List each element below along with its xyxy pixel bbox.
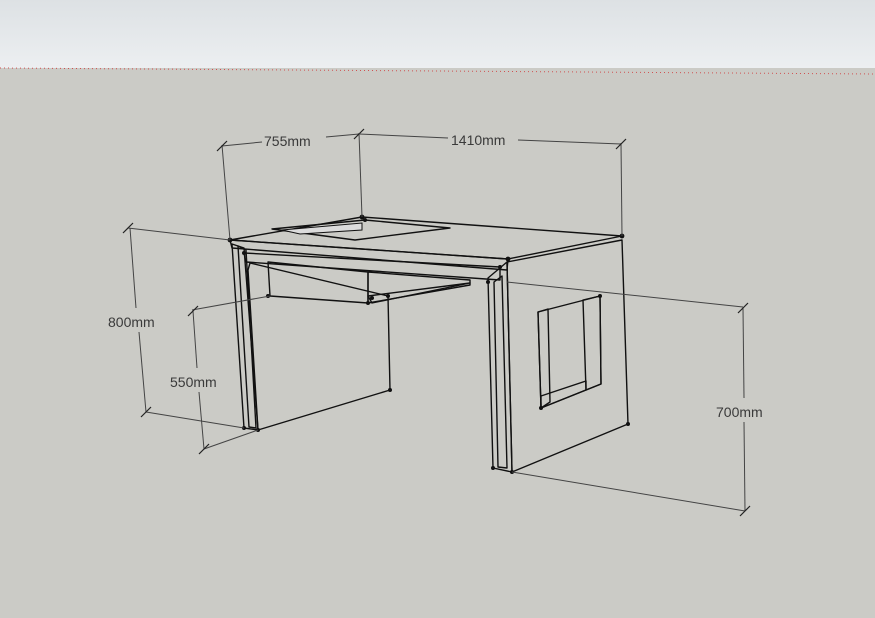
desk-model-scene[interactable]: 755mm 1410mm 800mm 550mm 700mm (0, 0, 875, 618)
dimension-755-label: 755mm (264, 133, 311, 149)
horizon-line (0, 67, 875, 75)
right-side-panel[interactable] (506, 239, 629, 473)
side-window-frame-right (582, 295, 602, 391)
dimension-800[interactable]: 800mm (108, 222, 245, 429)
dimension-755[interactable]: 755mm (216, 128, 365, 241)
front-left-leg-selected[interactable] (237, 245, 257, 429)
dimension-700[interactable]: 700mm (506, 281, 763, 517)
drawer-bottom (367, 282, 471, 304)
sketchup-viewport[interactable]: 755mm 1410mm 800mm 550mm 700mm (0, 0, 875, 618)
dimension-700-label: 700mm (716, 404, 763, 420)
dimension-800-label: 800mm (108, 314, 155, 330)
front-right-leg-outer[interactable] (487, 261, 513, 473)
dimension-1410-label: 1410mm (451, 132, 505, 148)
dimension-550-label: 550mm (170, 374, 217, 390)
drawer-front[interactable] (267, 261, 369, 304)
front-right-leg-selected[interactable] (493, 275, 508, 469)
